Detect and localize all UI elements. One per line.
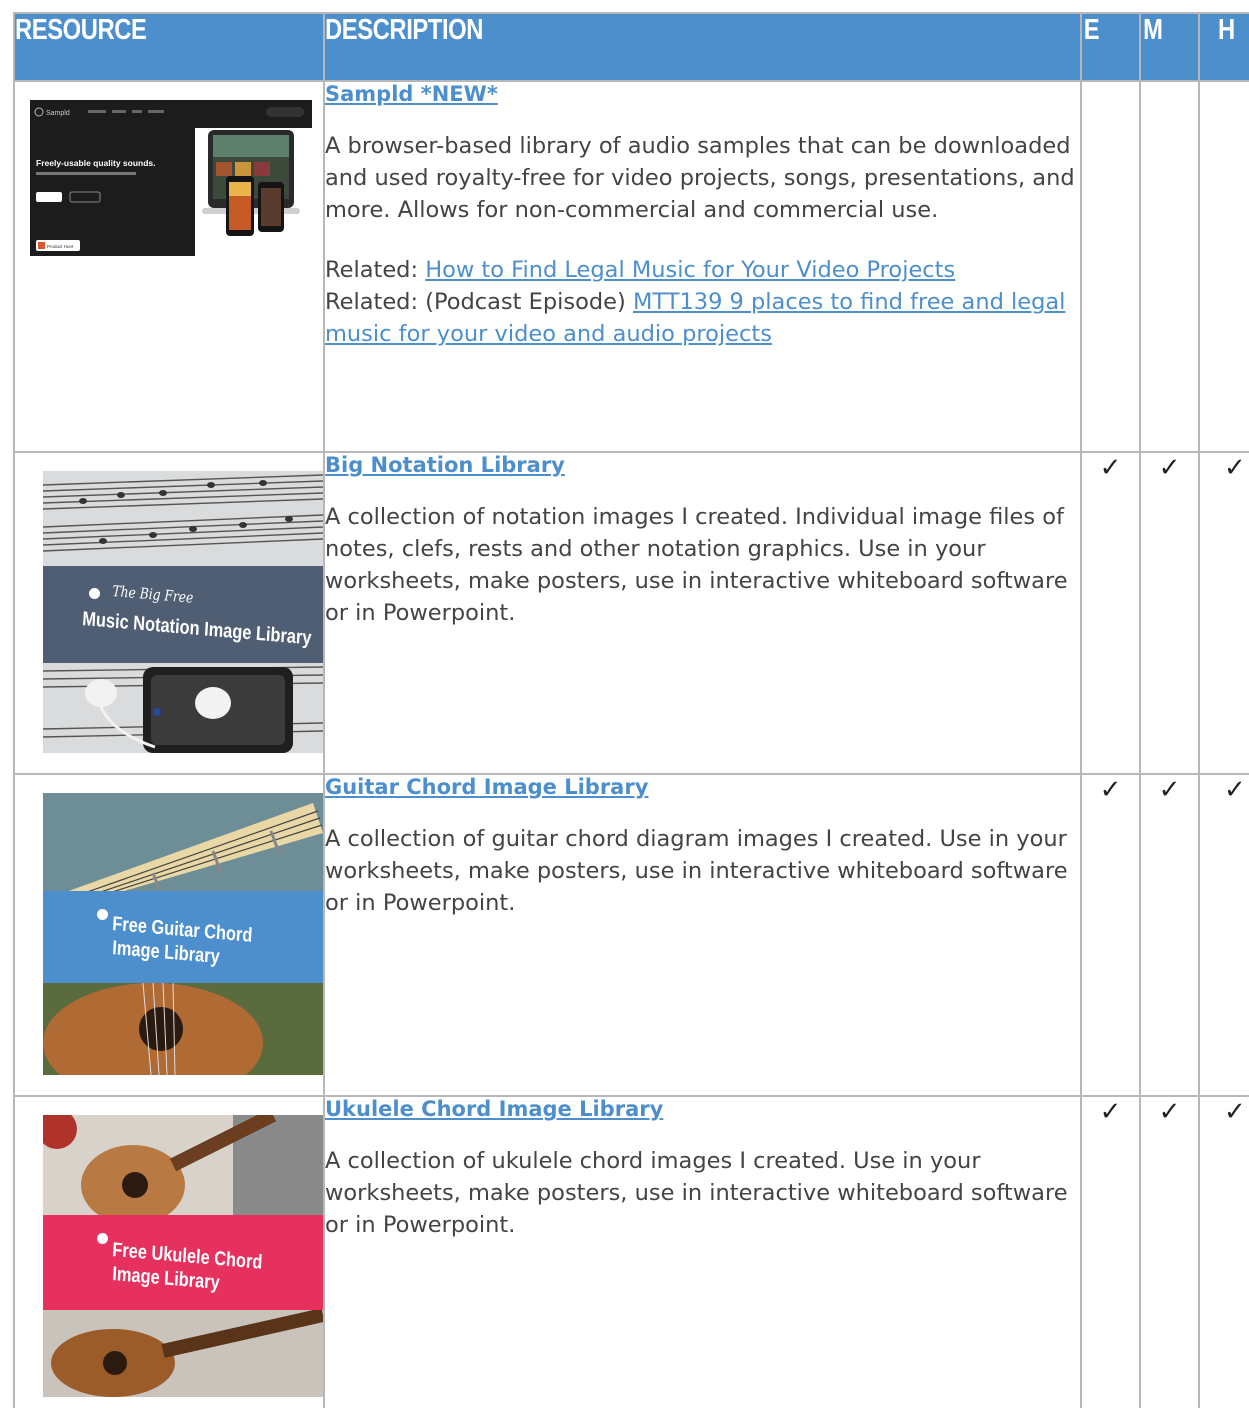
sampld-headline: Freely-usable quality sounds. bbox=[36, 158, 156, 168]
table-row: Sampld Freely-usable quality sounds. Pro… bbox=[13, 80, 1249, 453]
sampld-screenshot-image: Sampld Freely-usable quality sounds. Pro… bbox=[30, 100, 312, 256]
related-link[interactable]: How to Find Legal Music for Your Video P… bbox=[425, 257, 955, 283]
check-high: ✓ bbox=[1198, 451, 1249, 775]
check-middle bbox=[1139, 80, 1200, 453]
check-high bbox=[1198, 80, 1249, 453]
header-h: H bbox=[1198, 12, 1249, 82]
resource-table: RESOURCE DESCRIPTION E M H Sampld Freely… bbox=[13, 12, 1249, 1408]
resource-description: A collection of guitar chord diagram ima… bbox=[325, 826, 1068, 916]
ukulele-banner: Free Ukulele Chord Image Library bbox=[43, 1215, 323, 1310]
resource-description: A collection of ukulele chord images I c… bbox=[325, 1148, 1068, 1238]
resource-thumbnail-cell: Free Ukulele Chord Image Library bbox=[13, 1095, 325, 1408]
resource-description: A collection of notation images I create… bbox=[325, 504, 1068, 626]
table-row: The Big Free Music Notation Image Librar… bbox=[13, 451, 1249, 775]
header-e: E bbox=[1080, 12, 1141, 82]
ukulele-thumbnail[interactable]: Free Ukulele Chord Image Library bbox=[43, 1115, 323, 1397]
resource-thumbnail-cell: Free Guitar Chord Image Library bbox=[13, 773, 325, 1097]
logo-dot-icon bbox=[97, 909, 108, 920]
table-row: Free Guitar Chord Image Library Guitar C… bbox=[13, 773, 1249, 1097]
check-middle: ✓ bbox=[1139, 451, 1200, 775]
resource-title-link[interactable]: Guitar Chord Image Library bbox=[325, 775, 648, 799]
resource-title-link[interactable]: Big Notation Library bbox=[325, 453, 565, 477]
check-elementary: ✓ bbox=[1080, 773, 1141, 1097]
header-row: RESOURCE DESCRIPTION E M H bbox=[13, 12, 1249, 82]
banner-line-1: The Big Free bbox=[111, 582, 194, 607]
related-label: Related: bbox=[325, 257, 426, 283]
sampld-badge-text: Product Hunt bbox=[47, 244, 74, 249]
check-elementary: ✓ bbox=[1080, 451, 1141, 775]
banner-line-2: Music Notation Image Library bbox=[81, 608, 313, 650]
guitar-thumbnail[interactable]: Free Guitar Chord Image Library bbox=[43, 793, 323, 1075]
resource-description-cell: Sampld *NEW* A browser-based library of … bbox=[323, 80, 1082, 453]
resource-description-cell: Ukulele Chord Image Library A collection… bbox=[323, 1095, 1082, 1408]
notation-banner: The Big Free Music Notation Image Librar… bbox=[43, 566, 323, 658]
notation-thumbnail[interactable]: The Big Free Music Notation Image Librar… bbox=[43, 471, 323, 753]
resource-thumbnail-cell: The Big Free Music Notation Image Librar… bbox=[13, 451, 325, 775]
check-elementary bbox=[1080, 80, 1141, 453]
check-high: ✓ bbox=[1198, 773, 1249, 1097]
logo-dot-icon bbox=[97, 1233, 108, 1244]
table-row: Free Ukulele Chord Image Library Ukulele… bbox=[13, 1095, 1249, 1408]
sampld-brand-text: Sampld bbox=[46, 110, 70, 117]
related-links: Related: How to Find Legal Music for You… bbox=[325, 254, 1080, 350]
resource-sheet: RESOURCE DESCRIPTION E M H Sampld Freely… bbox=[0, 0, 1249, 1408]
header-resource: RESOURCE bbox=[13, 12, 325, 82]
guitar-banner: Free Guitar Chord Image Library bbox=[43, 891, 323, 983]
related-label: Related: (Podcast Episode) bbox=[325, 289, 633, 315]
resource-description-cell: Guitar Chord Image Library A collection … bbox=[323, 773, 1082, 1097]
header-m: M bbox=[1139, 12, 1200, 82]
sampld-thumbnail[interactable]: Sampld Freely-usable quality sounds. Pro… bbox=[30, 100, 312, 256]
check-elementary: ✓ bbox=[1080, 1095, 1141, 1408]
logo-dot-icon bbox=[89, 588, 100, 599]
resource-description-cell: Big Notation Library A collection of not… bbox=[323, 451, 1082, 775]
resource-title-link[interactable]: Sampld *NEW* bbox=[325, 82, 498, 106]
resource-description: A browser-based library of audio samples… bbox=[325, 133, 1075, 223]
resource-thumbnail-cell: Sampld Freely-usable quality sounds. Pro… bbox=[13, 80, 325, 453]
header-description: DESCRIPTION bbox=[323, 12, 1082, 82]
resource-title-link[interactable]: Ukulele Chord Image Library bbox=[325, 1097, 663, 1121]
check-high: ✓ bbox=[1198, 1095, 1249, 1408]
check-middle: ✓ bbox=[1139, 773, 1200, 1097]
check-middle: ✓ bbox=[1139, 1095, 1200, 1408]
